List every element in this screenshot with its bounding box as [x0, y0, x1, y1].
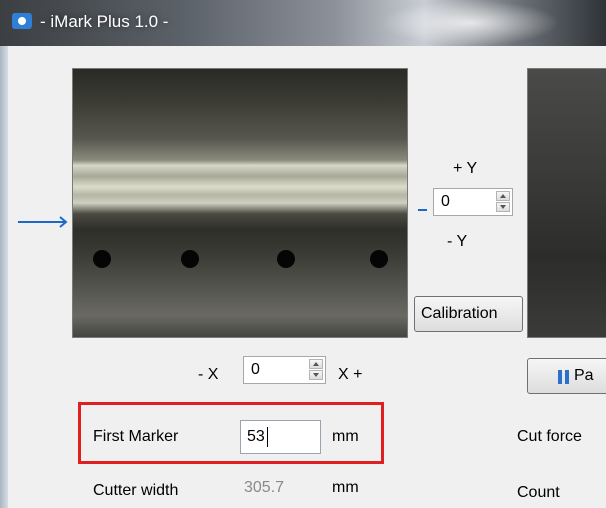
calibration-button[interactable]: Calibration — [414, 296, 523, 332]
sprocket-hole — [93, 250, 111, 268]
first-marker-unit: mm — [332, 428, 359, 445]
plus-x-label: X + — [338, 366, 363, 383]
camera-view-main — [72, 68, 408, 338]
cutter-width-unit: mm — [332, 479, 359, 496]
cut-force-label: Cut force — [517, 428, 582, 445]
x-offset-spinner[interactable]: 0 — [243, 356, 326, 384]
y-increment-icon[interactable] — [496, 191, 510, 201]
y-offset-spinner[interactable]: 0 — [433, 188, 513, 216]
y-offset-indicator — [418, 209, 427, 211]
arrow-right-icon — [18, 216, 68, 228]
y-offset-value[interactable]: 0 — [441, 193, 450, 211]
calibration-button-label: Calibration — [421, 305, 498, 322]
plus-y-label: + Y — [453, 160, 478, 177]
minus-x-label: - X — [198, 366, 219, 383]
sprocket-hole — [370, 250, 388, 268]
sprocket-hole — [277, 250, 295, 268]
x-decrement-icon[interactable] — [309, 370, 323, 380]
window-frame-left — [0, 46, 8, 508]
x-offset-value[interactable]: 0 — [251, 361, 260, 379]
window-title: - iMark Plus 1.0 - — [40, 12, 169, 31]
first-marker-label: First Marker — [93, 428, 179, 445]
first-marker-value[interactable]: 53 — [247, 428, 265, 446]
camera-view-secondary — [527, 68, 606, 338]
pause-button[interactable]: Pa — [527, 358, 606, 394]
minus-y-label: - Y — [447, 233, 468, 250]
cutter-width-value: 305.7 — [244, 479, 285, 496]
pause-button-label: Pa — [574, 367, 594, 384]
count-label: Count — [517, 484, 560, 501]
y-decrement-icon[interactable] — [496, 202, 510, 212]
app-eye-icon[interactable] — [12, 13, 32, 29]
x-increment-icon[interactable] — [309, 359, 323, 369]
first-marker-input[interactable]: 53 — [240, 420, 321, 454]
text-caret — [267, 427, 268, 447]
sprocket-hole — [181, 250, 199, 268]
pause-icon — [558, 370, 570, 384]
cutter-width-label: Cutter width — [93, 482, 179, 499]
title-bar-glow — [380, 0, 560, 46]
title-bar: - iMark Plus 1.0 - — [0, 0, 606, 46]
